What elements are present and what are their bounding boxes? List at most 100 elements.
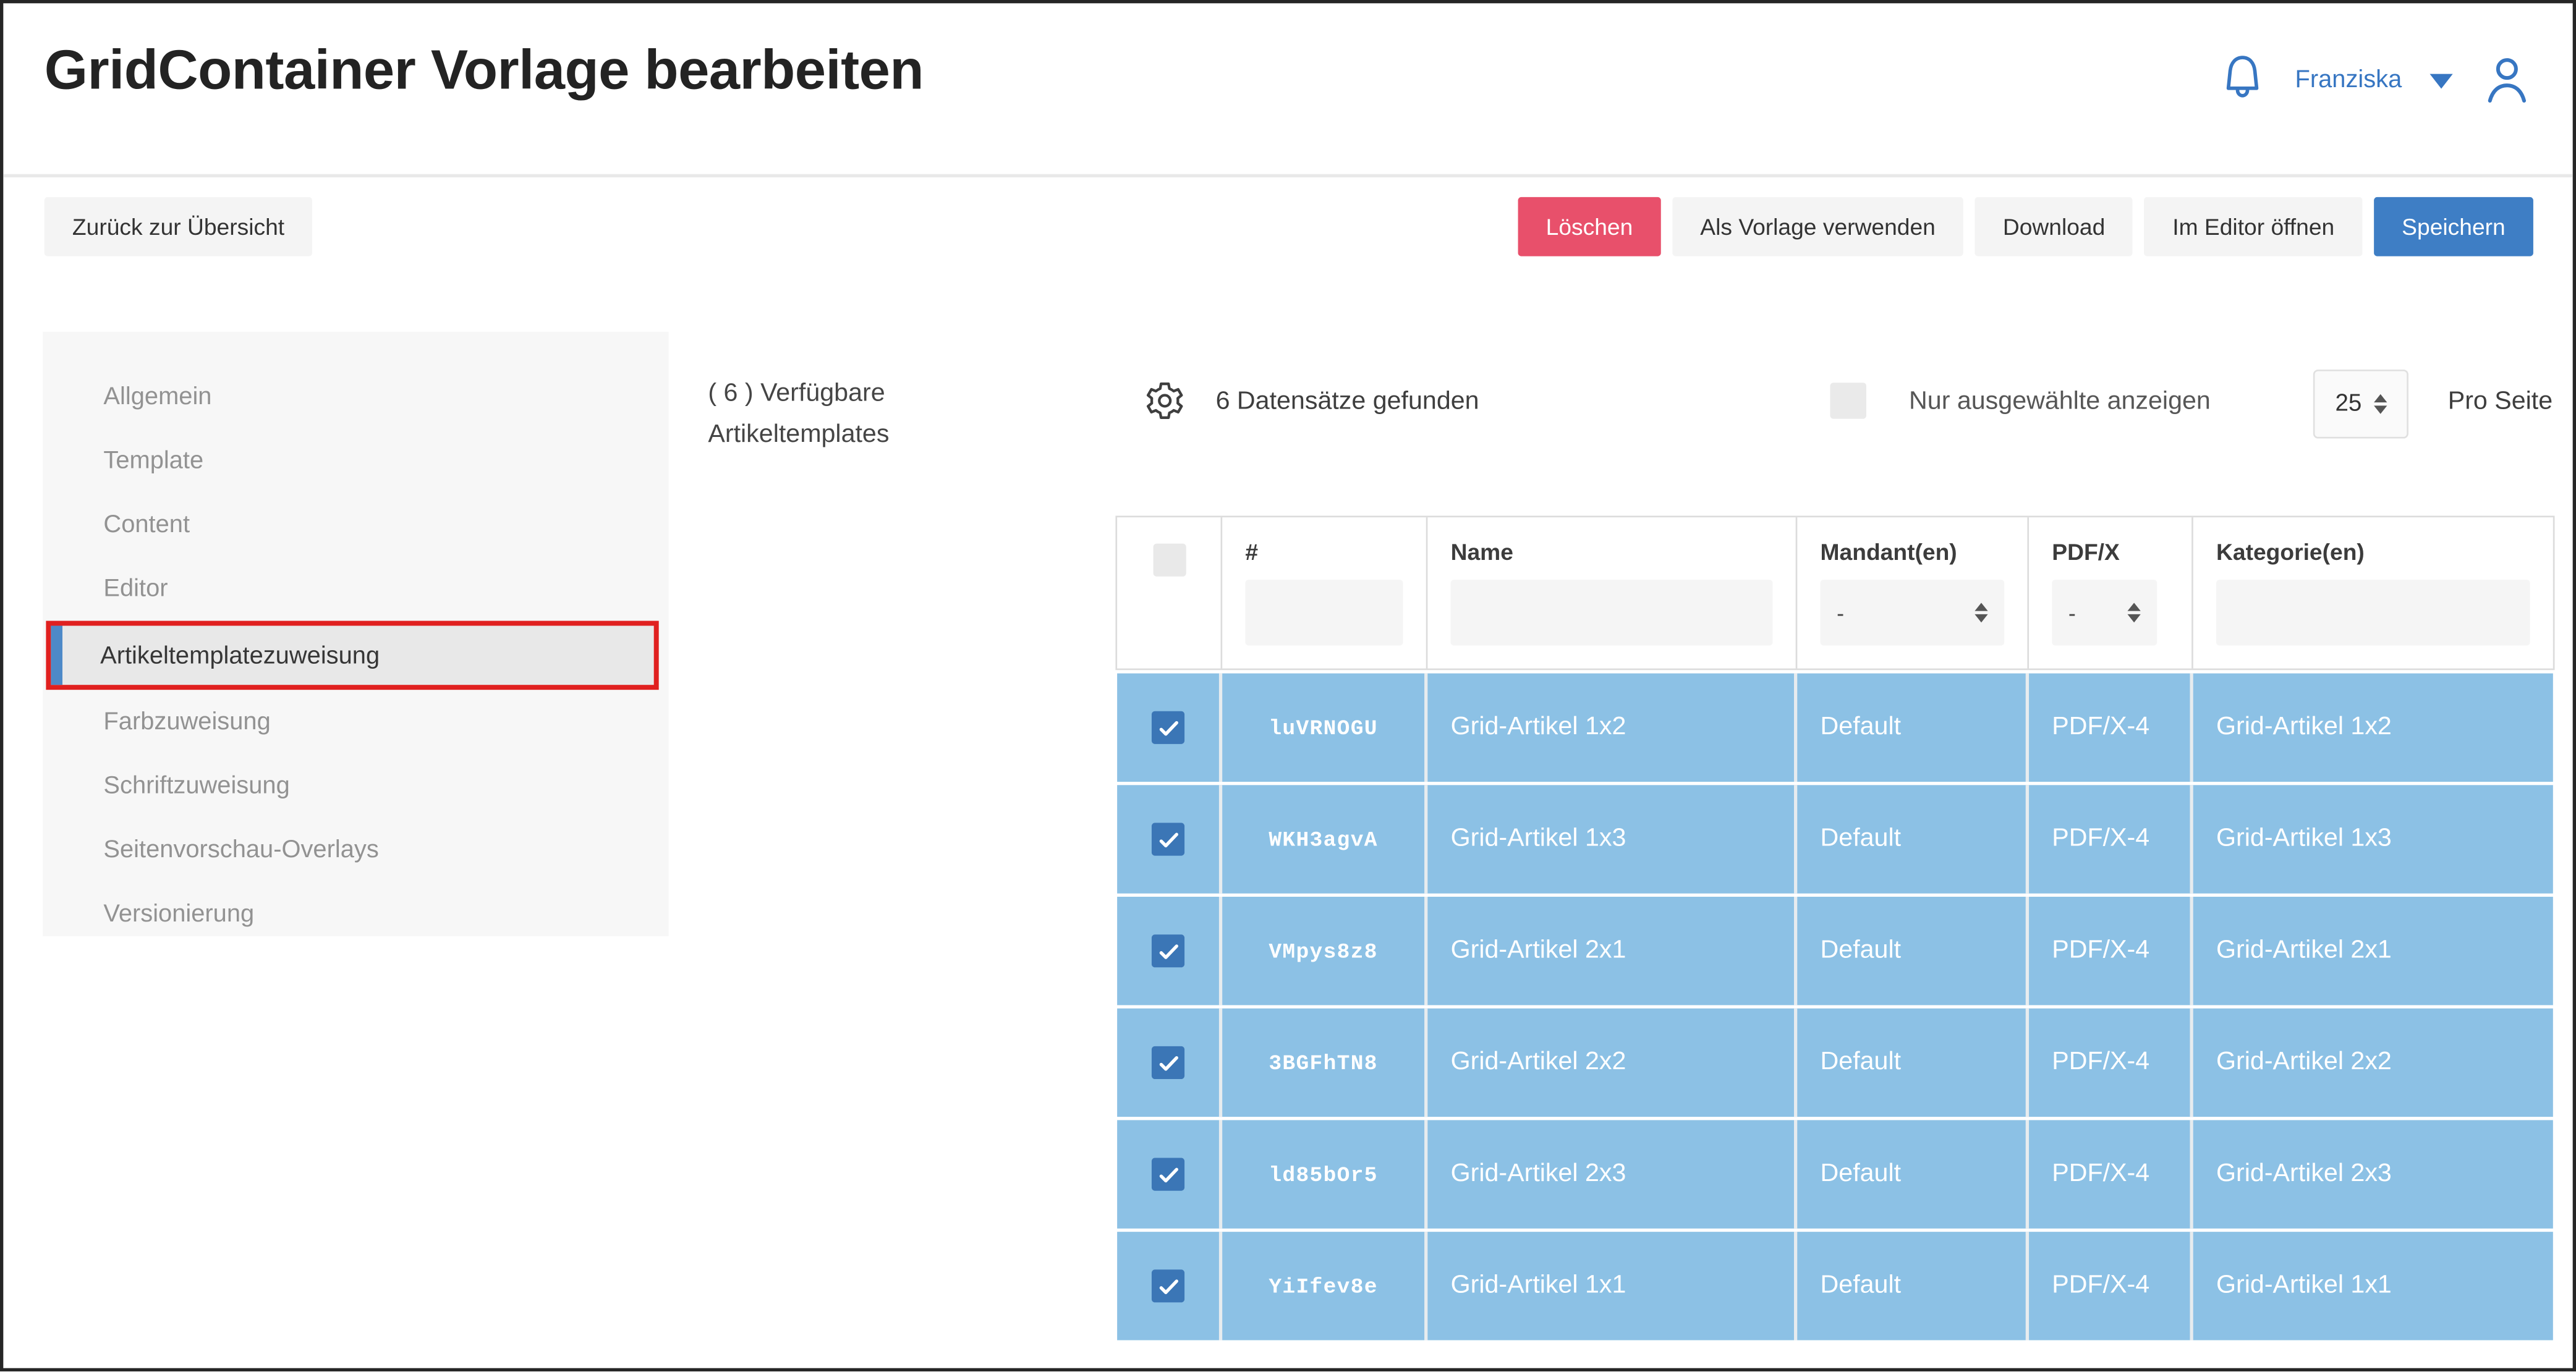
bell-icon[interactable]: [2218, 51, 2268, 106]
sidebar-item-allgemein[interactable]: Allgemein: [43, 365, 669, 429]
user-icon[interactable]: [2481, 51, 2533, 106]
sidebar-item-label: Schriftzuweisung: [103, 772, 289, 800]
row-name: Grid-Artikel 2x2: [1427, 1009, 1797, 1117]
select-all-checkbox[interactable]: [1152, 544, 1185, 577]
table-header-mandant[interactable]: Mandant(en) -: [1797, 517, 2029, 668]
caret-down-icon[interactable]: [2429, 73, 2452, 88]
row-kategorie: Grid-Artikel 2x1: [2193, 897, 2553, 1005]
page-title: GridContainer Vorlage bearbeiten: [45, 40, 924, 104]
sidebar-item-schriftzuweisung[interactable]: Schriftzuweisung: [43, 754, 669, 818]
row-kategorie: Grid-Artikel 1x3: [2193, 785, 2553, 893]
row-select-cell: [1117, 785, 1222, 893]
only-selected-checkbox[interactable]: [1830, 383, 1866, 418]
row-mandant: Default: [1797, 1120, 2029, 1228]
row-checkbox-checked[interactable]: [1152, 934, 1184, 967]
sidebar-item-label: Allgemein: [103, 383, 211, 410]
pdfx-filter-select[interactable]: -: [2052, 580, 2157, 645]
header-divider: [3, 174, 2572, 177]
id-filter-input[interactable]: [1245, 580, 1403, 645]
sidebar-item-label: Editor: [103, 575, 168, 603]
sidebar-item-label: Template: [103, 447, 203, 475]
active-item-bar: [51, 626, 62, 685]
row-checkbox-checked[interactable]: [1152, 823, 1184, 855]
table-header-pdfx[interactable]: PDF/X -: [2029, 517, 2193, 668]
row-name: Grid-Artikel 1x3: [1427, 785, 1797, 893]
row-pdfx: PDF/X-4: [2029, 785, 2193, 893]
user-area: Franziska: [2218, 46, 2533, 111]
toolbar-actions: Löschen Als Vorlage verwenden Download I…: [1518, 197, 2533, 256]
table-row: ld85bOr5Grid-Artikel 2x3DefaultPDF/X-4Gr…: [1115, 1120, 2554, 1228]
records-found-label: 6 Datensätze gefunden: [1216, 387, 1479, 417]
row-name: Grid-Artikel 2x1: [1427, 897, 1797, 1005]
row-select-cell: [1117, 674, 1222, 782]
per-page-label: Pro Seite: [2448, 387, 2553, 417]
name-filter-input[interactable]: [1451, 580, 1773, 645]
row-pdfx: PDF/X-4: [2029, 897, 2193, 1005]
row-checkbox-checked[interactable]: [1152, 1046, 1184, 1079]
save-button[interactable]: Speichern: [2374, 197, 2533, 256]
sidebar-item-seitenvorschau-overlays[interactable]: Seitenvorschau-Overlays: [43, 818, 669, 882]
gear-icon[interactable]: [1144, 379, 1186, 422]
row-checkbox-checked[interactable]: [1152, 1269, 1184, 1302]
row-pdfx: PDF/X-4: [2029, 1120, 2193, 1228]
row-pdfx: PDF/X-4: [2029, 674, 2193, 782]
row-id: ld85bOr5: [1222, 1120, 1427, 1228]
table-header-id[interactable]: #: [1222, 517, 1427, 668]
row-mandant: Default: [1797, 785, 2029, 893]
sidebar-item-label: Content: [103, 510, 190, 538]
row-name: Grid-Artikel 2x3: [1427, 1120, 1797, 1228]
delete-button[interactable]: Löschen: [1518, 197, 1660, 256]
per-page-select[interactable]: 25: [2313, 370, 2408, 439]
table-row: luVRNOGUGrid-Artikel 1x2DefaultPDF/X-4Gr…: [1115, 674, 2554, 782]
row-kategorie: Grid-Artikel 2x2: [2193, 1009, 2553, 1117]
table-header-select: [1117, 517, 1222, 668]
row-kategorie: Grid-Artikel 1x2: [2193, 674, 2553, 782]
row-kategorie: Grid-Artikel 1x1: [2193, 1232, 2553, 1340]
row-checkbox-checked[interactable]: [1152, 711, 1184, 744]
row-checkbox-checked[interactable]: [1152, 1158, 1184, 1191]
sidebar-item-versionierung[interactable]: Versionierung: [43, 882, 669, 946]
mandant-filter-select[interactable]: -: [1821, 580, 2005, 645]
user-menu-label[interactable]: Franziska: [2295, 65, 2402, 93]
row-select-cell: [1117, 1120, 1222, 1228]
row-select-cell: [1117, 1009, 1222, 1117]
kategorie-filter-input[interactable]: [2216, 580, 2530, 645]
sidebar-item-farbzuweisung[interactable]: Farbzuweisung: [43, 690, 669, 754]
back-button[interactable]: Zurück zur Übersicht: [45, 197, 313, 256]
table-body: luVRNOGUGrid-Artikel 1x2DefaultPDF/X-4Gr…: [1115, 674, 2554, 1340]
sidebar-item-artikeltemplatezuweisung[interactable]: Artikeltemplatezuweisung: [46, 621, 658, 690]
spinner-arrows-icon: [2128, 603, 2141, 622]
row-id: 3BGFhTN8: [1222, 1009, 1427, 1117]
row-select-cell: [1117, 1232, 1222, 1340]
table-header-kategorie[interactable]: Kategorie(en): [2193, 517, 2553, 668]
sidebar-item-label: Farbzuweisung: [103, 708, 270, 735]
row-kategorie: Grid-Artikel 2x3: [2193, 1120, 2553, 1228]
sidebar-item-label: Seitenvorschau-Overlays: [103, 836, 378, 864]
spinner-arrows-icon: [2373, 394, 2386, 414]
table-header-name[interactable]: Name: [1427, 517, 1797, 668]
sidebar-item-editor[interactable]: Editor: [43, 557, 669, 621]
row-mandant: Default: [1797, 674, 2029, 782]
row-mandant: Default: [1797, 897, 2029, 1005]
use-as-template-button[interactable]: Als Vorlage verwenden: [1672, 197, 1963, 256]
article-templates-table: # Name Mandant(en) - PDF/X: [1115, 515, 2554, 1340]
open-in-editor-button[interactable]: Im Editor öffnen: [2145, 197, 2362, 256]
row-pdfx: PDF/X-4: [2029, 1232, 2193, 1340]
table-row: 3BGFhTN8Grid-Artikel 2x2DefaultPDF/X-4Gr…: [1115, 1009, 2554, 1117]
only-selected-label: Nur ausgewählte anzeigen: [1909, 387, 2211, 417]
download-button[interactable]: Download: [1975, 197, 2133, 256]
per-page-value: 25: [2335, 391, 2361, 417]
table-header-row: # Name Mandant(en) - PDF/X: [1115, 515, 2554, 670]
table-row: YiIfev8eGrid-Artikel 1x1DefaultPDF/X-4Gr…: [1115, 1232, 2554, 1340]
row-name: Grid-Artikel 1x1: [1427, 1232, 1797, 1340]
row-id: YiIfev8e: [1222, 1232, 1427, 1340]
sidebar-item-label: Versionierung: [103, 900, 254, 928]
sidebar-item-content[interactable]: Content: [43, 493, 669, 557]
row-id: luVRNOGU: [1222, 674, 1427, 782]
sidebar-item-label: Artikeltemplatezuweisung: [100, 642, 380, 669]
sidebar-item-template[interactable]: Template: [43, 429, 669, 493]
row-pdfx: PDF/X-4: [2029, 1009, 2193, 1117]
spinner-arrows-icon: [1975, 603, 1987, 622]
row-mandant: Default: [1797, 1232, 2029, 1340]
row-id: WKH3agvA: [1222, 785, 1427, 893]
